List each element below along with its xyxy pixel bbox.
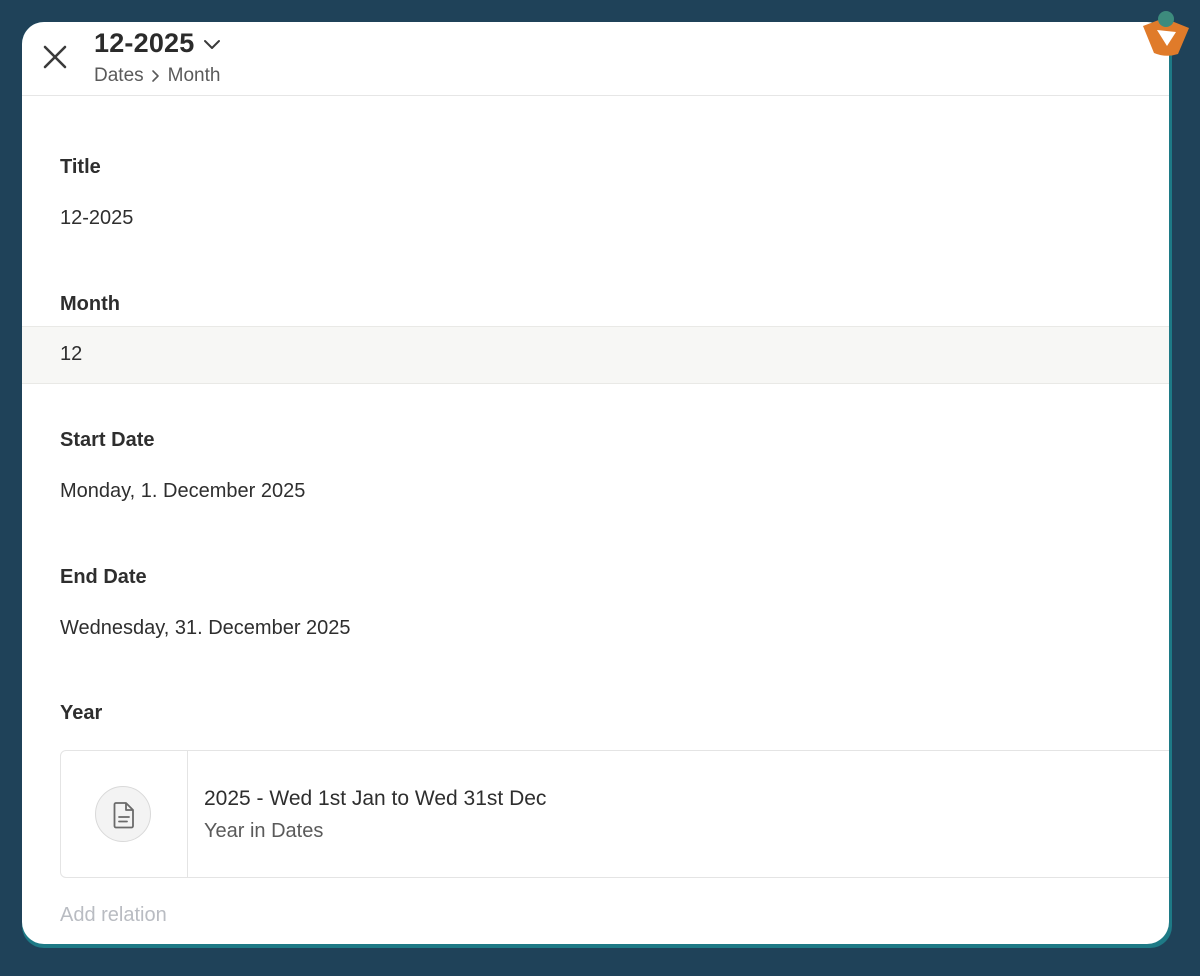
start-date-field-value[interactable]: Monday, 1. December 2025 — [60, 480, 305, 503]
record-title: 12-2025 — [94, 28, 195, 58]
close-icon — [43, 45, 67, 69]
panel-header: 12-2025 Dates Month — [22, 22, 1169, 96]
month-field-row[interactable]: 12 — [22, 326, 1169, 384]
breadcrumb: Dates Month — [94, 65, 220, 87]
add-relation-button[interactable]: Add relation — [60, 904, 167, 927]
month-field-value[interactable]: 12 — [60, 343, 82, 366]
app-logo-icon — [1143, 11, 1189, 56]
relation-icon-badge — [95, 786, 151, 842]
document-icon — [113, 802, 134, 829]
relation-subtitle: Year in Dates — [204, 820, 324, 842]
month-field-label: Month — [60, 293, 120, 315]
relation-icon-cell — [61, 751, 188, 877]
record-detail-panel: 12-2025 Dates Month Title 12-2025 Month … — [22, 22, 1169, 944]
title-field-label: Title — [60, 156, 101, 178]
year-field-label: Year — [60, 702, 103, 724]
title-field-value[interactable]: 12-2025 — [60, 207, 133, 230]
breadcrumb-item-month[interactable]: Month — [168, 65, 221, 87]
end-date-field-label: End Date — [60, 566, 147, 588]
start-date-field-label: Start Date — [60, 429, 155, 451]
relation-title: 2025 - Wed 1st Jan to Wed 31st Dec — [204, 787, 547, 810]
chevron-down-icon — [203, 39, 220, 49]
end-date-field-value[interactable]: Wednesday, 31. December 2025 — [60, 617, 351, 640]
year-relation-card[interactable]: 2025 - Wed 1st Jan to Wed 31st Dec Year … — [60, 750, 1169, 878]
close-button[interactable] — [38, 40, 72, 74]
record-title-dropdown[interactable]: 12-2025 — [94, 28, 223, 59]
breadcrumb-item-dates[interactable]: Dates — [94, 65, 144, 87]
chevron-right-icon — [151, 70, 159, 82]
